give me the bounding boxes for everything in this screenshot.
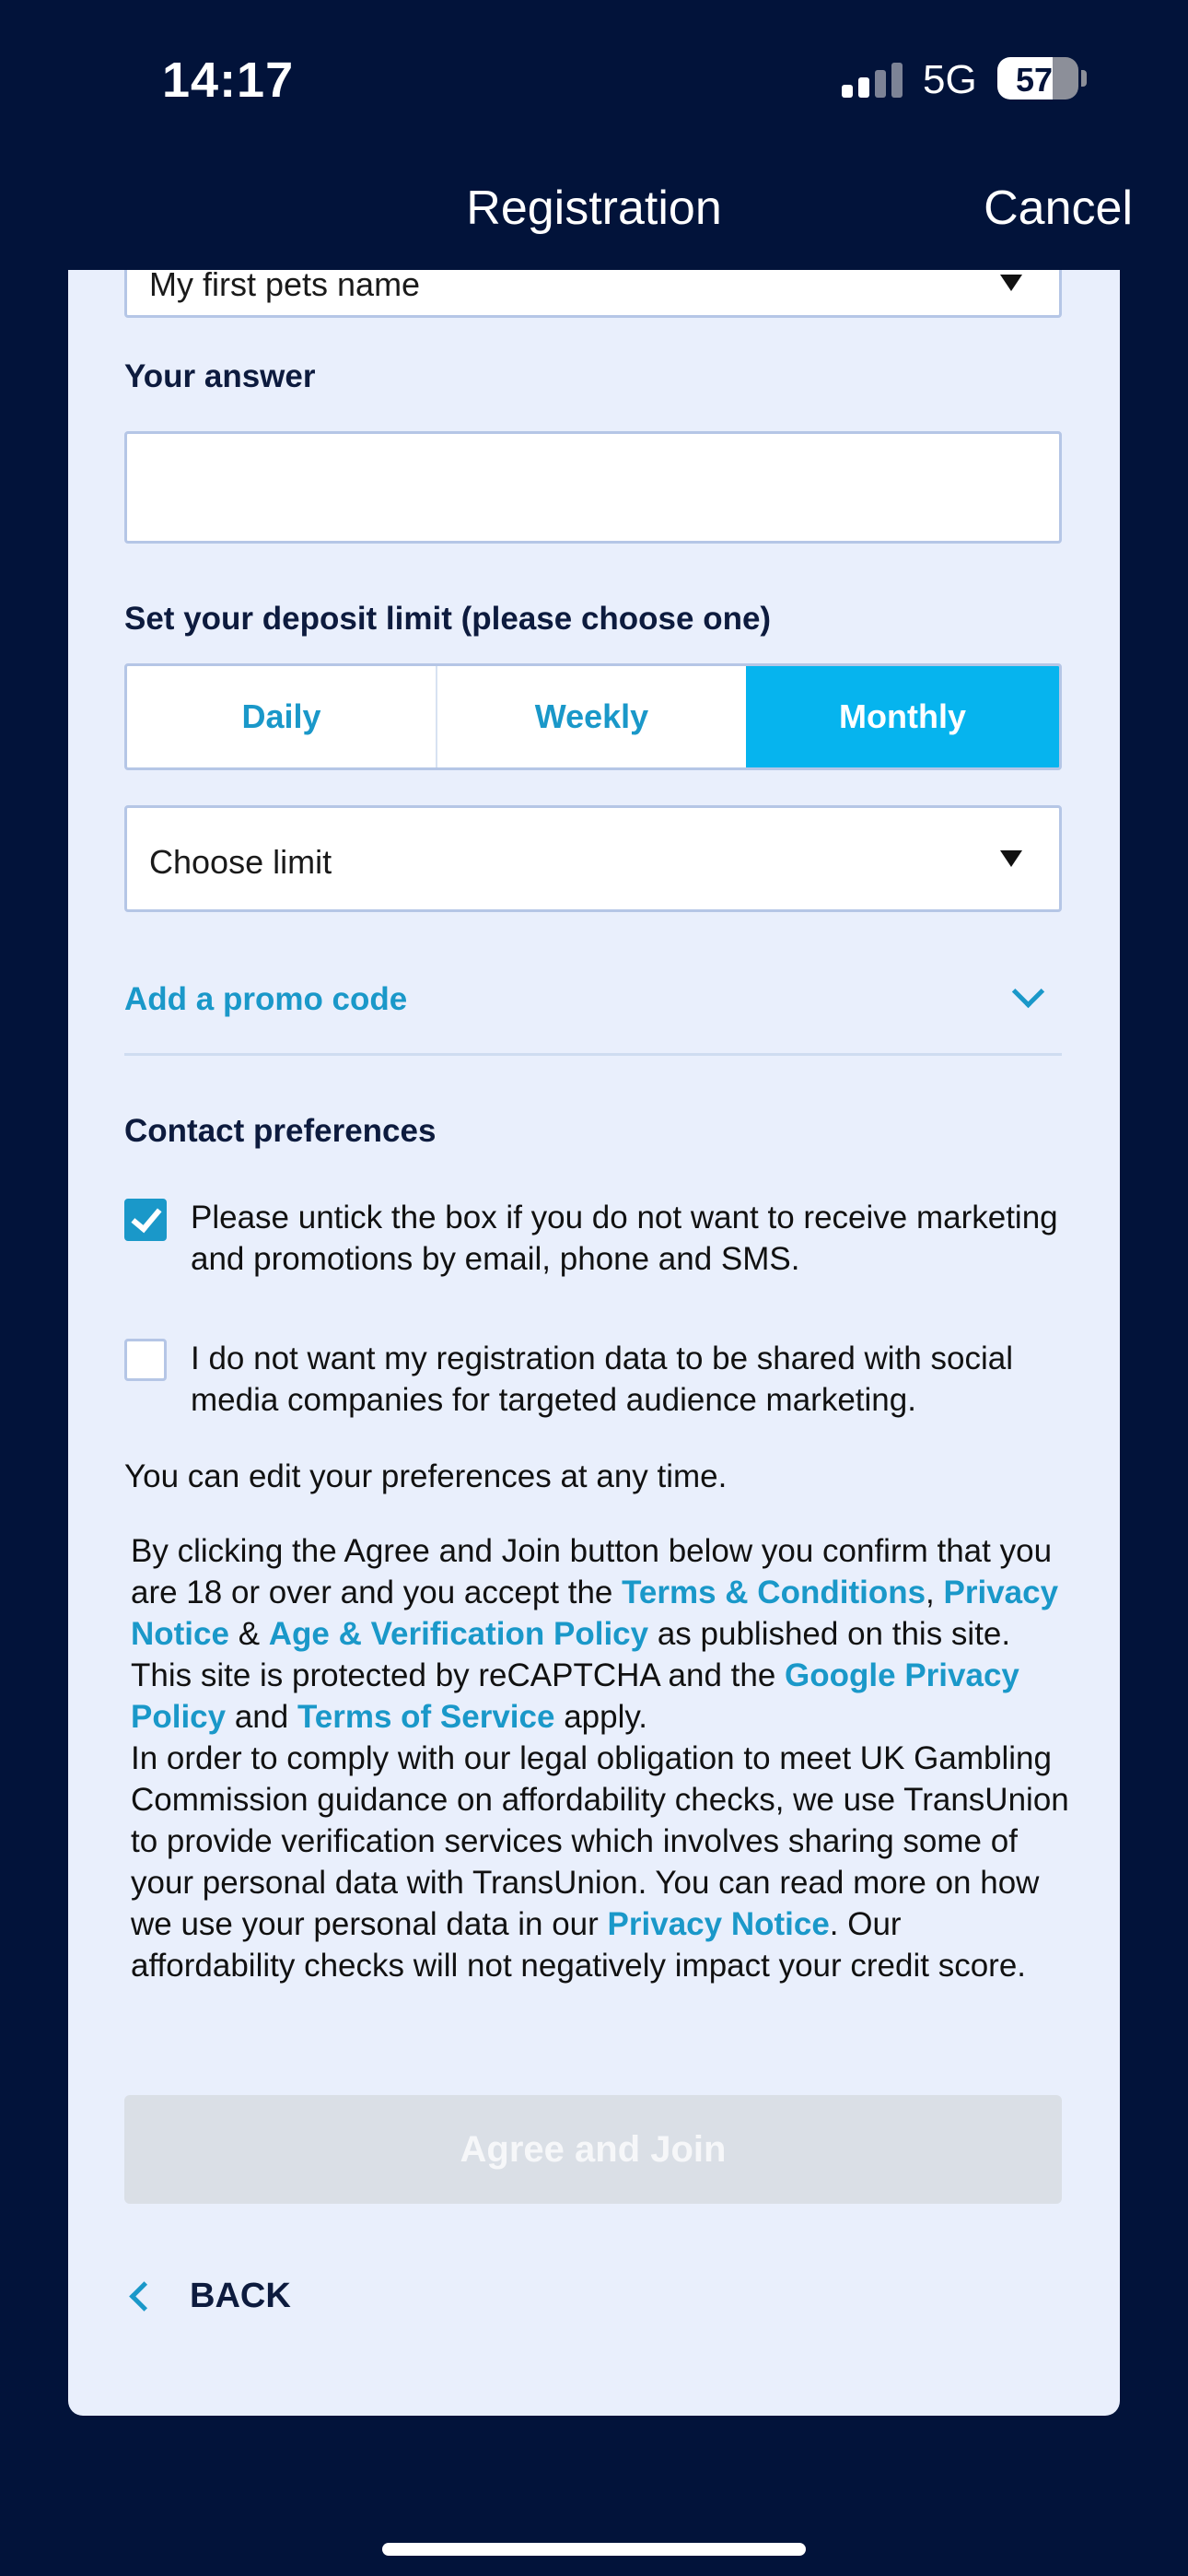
back-button[interactable]: BACK [124,2277,291,2316]
signal-icon [842,63,903,98]
cancel-button[interactable]: Cancel [984,181,1133,236]
limit-select[interactable]: Choose limit [124,805,1062,912]
deposit-option-weekly[interactable]: Weekly [436,666,746,767]
deposit-option-monthly[interactable]: Monthly [746,666,1059,767]
divider [124,1053,1062,1056]
chevron-down-icon[interactable] [1011,975,1045,1009]
age-verification-link[interactable]: Age & Verification Policy [269,1616,648,1652]
deposit-limit-label: Set your deposit limit (please choose on… [124,601,772,637]
home-indicator [382,2543,806,2556]
marketing-checkbox[interactable] [124,1199,167,1241]
dropdown-arrow-icon [1000,275,1022,291]
registration-card: My first pets name Your answer Set your … [68,270,1120,2416]
chevron-left-icon [129,2281,159,2312]
marketing-checkbox-label: Please untick the box if you do not want… [191,1200,1058,1277]
status-time: 14:17 [162,53,295,108]
social-data-checkbox-label: I do not want my registration data to be… [191,1341,1013,1418]
limit-select-value: Choose limit [149,843,332,881]
answer-label: Your answer [124,358,316,394]
promo-code-toggle[interactable]: Add a promo code [124,981,407,1018]
legal-text: By clicking the Agree and Join button be… [131,1533,1069,1984]
answer-input[interactable] [124,431,1062,544]
battery-level: 57 [1015,61,1054,99]
deposit-period-selector: Daily Weekly Monthly [124,663,1062,770]
security-question-value: My first pets name [149,270,421,303]
security-question-select[interactable]: My first pets name [124,270,1062,318]
edit-preferences-note: You can edit your preferences at any tim… [124,1458,728,1494]
battery-nub [1081,70,1087,87]
back-label: BACK [190,2277,291,2315]
privacy-notice-link-2[interactable]: Privacy Notice [608,1906,830,1942]
dropdown-arrow-icon [1000,850,1022,867]
social-data-checkbox[interactable] [124,1339,167,1381]
network-type: 5G [923,57,977,102]
deposit-option-daily[interactable]: Daily [127,666,436,767]
terms-conditions-link[interactable]: Terms & Conditions [622,1575,926,1610]
contact-preferences-title: Contact preferences [124,1113,437,1149]
agree-and-join-button[interactable]: Agree and Join [124,2095,1062,2204]
terms-of-service-link[interactable]: Terms of Service [297,1699,555,1735]
battery-icon: 57 [997,57,1078,100]
